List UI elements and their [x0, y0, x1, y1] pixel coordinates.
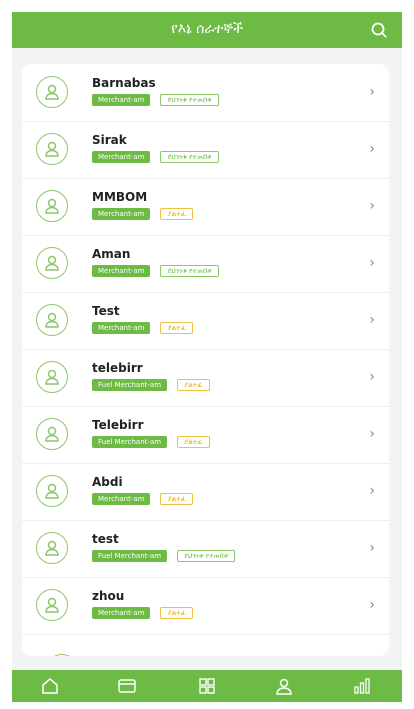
top-bar: የእኔ ሰራተኞች: [12, 12, 402, 48]
merchant-name: zhou: [92, 589, 125, 603]
avatar: [36, 475, 68, 507]
avatar: [36, 247, 68, 279]
avatar: [36, 304, 68, 336]
status-badge: ያልተፈ: [160, 322, 194, 334]
bottom-nav: [12, 670, 402, 702]
merchant-type-badge: Merchant-am: [92, 322, 151, 334]
apps-grid-icon[interactable]: [197, 676, 217, 696]
chevron-right-icon: ›: [369, 255, 375, 271]
status-badge: ደህንነቱ የተጠበቀ: [160, 151, 219, 163]
card-icon[interactable]: [117, 676, 137, 696]
list-item[interactable]: MMBOM Merchant-am ያልተፈ ›: [22, 178, 389, 236]
status-badge: ያልተፈ: [160, 607, 194, 619]
merchant-type-badge: Merchant-am: [92, 208, 151, 220]
avatar: [36, 418, 68, 450]
chevron-right-icon: ›: [369, 141, 375, 157]
chevron-right-icon: ›: [369, 312, 375, 328]
home-icon[interactable]: [40, 676, 60, 696]
chevron-right-icon: ›: [369, 426, 375, 442]
list-item[interactable]: Telebirr Fuel Merchant-am ያልተፈ ›: [22, 406, 389, 464]
avatar: [36, 532, 68, 564]
chevron-right-icon: ›: [369, 597, 375, 613]
list-item[interactable]: Abdi Merchant-am ያልተፈ ›: [22, 463, 389, 521]
user-icon[interactable]: [274, 676, 294, 696]
merchant-name: Sirak: [92, 133, 127, 147]
chevron-right-icon: ›: [369, 483, 375, 499]
merchant-name: Abdi: [92, 475, 123, 489]
merchant-type-badge: Fuel Merchant-am: [92, 379, 168, 391]
avatar: [36, 589, 68, 621]
status-badge: ደህንነቱ የተጠበቀ: [160, 265, 219, 277]
search-icon[interactable]: [370, 21, 388, 39]
status-badge: ያልተፈ: [160, 208, 194, 220]
chart-icon[interactable]: [352, 676, 372, 696]
status-badge: ደህንነቱ የተጠበቀ: [177, 550, 236, 562]
list-item[interactable]: Barnabas Merchant-am ደህንነቱ የተጠበቀ ›: [22, 64, 389, 122]
status-badge: ያልተፈ: [160, 493, 194, 505]
merchant-type-badge: Merchant-am: [92, 151, 151, 163]
chevron-right-icon: ›: [369, 198, 375, 214]
merchant-name: Barnabas: [92, 76, 156, 90]
merchant-type-badge: Fuel Merchant-am: [92, 550, 168, 562]
merchant-type-badge: Merchant-am: [92, 493, 151, 505]
list-item[interactable]: telebirr Fuel Merchant-am ያልተፈ ›: [22, 349, 389, 407]
merchant-name: Telebirr: [92, 418, 144, 432]
status-badge: ደህንነቱ የተጠበቀ: [160, 94, 219, 106]
avatar: [36, 133, 68, 165]
avatar: [36, 76, 68, 108]
avatar: [36, 361, 68, 393]
merchant-type-badge: Merchant-am: [92, 607, 151, 619]
list-item[interactable]: Aman Merchant-am ደህንነቱ የተጠበቀ ›: [22, 235, 389, 293]
avatar: [36, 190, 68, 222]
merchant-name: telebirr: [92, 361, 143, 375]
chevron-right-icon: ›: [369, 540, 375, 556]
merchant-list: Barnabas Merchant-am ደህንነቱ የተጠበቀ › Sirak …: [22, 64, 389, 656]
merchant-name: test: [92, 532, 119, 546]
merchant-name: Test: [92, 304, 120, 318]
list-item[interactable]: zhou Merchant-am ያልተፈ ›: [22, 577, 389, 635]
list-item[interactable]: Test Merchant-am ያልተፈ ›: [22, 292, 389, 350]
status-badge: ያልተፈ: [177, 379, 210, 391]
list-item[interactable]: test Fuel Merchant-am ደህንነቱ የተጠበቀ ›: [22, 520, 389, 578]
merchant-name: Aman: [92, 247, 131, 261]
app-frame: የእኔ ሰራተኞች Barnabas Merchant-am ደህንነቱ የተጠበ…: [12, 12, 402, 702]
page-title: የእኔ ሰራተኞች: [170, 21, 244, 37]
avatar: [46, 654, 78, 656]
merchant-type-badge: Fuel Merchant-am: [92, 436, 168, 448]
merchant-type-badge: Merchant-am: [92, 265, 151, 277]
list-item[interactable]: Sirak Merchant-am ደህንነቱ የተጠበቀ ›: [22, 121, 389, 179]
merchant-type-badge: Merchant-am: [92, 94, 151, 106]
merchant-name: MMBOM: [92, 190, 148, 204]
chevron-right-icon: ›: [369, 369, 375, 385]
chevron-right-icon: ›: [369, 84, 375, 100]
status-badge: ያልተፈ: [177, 436, 210, 448]
